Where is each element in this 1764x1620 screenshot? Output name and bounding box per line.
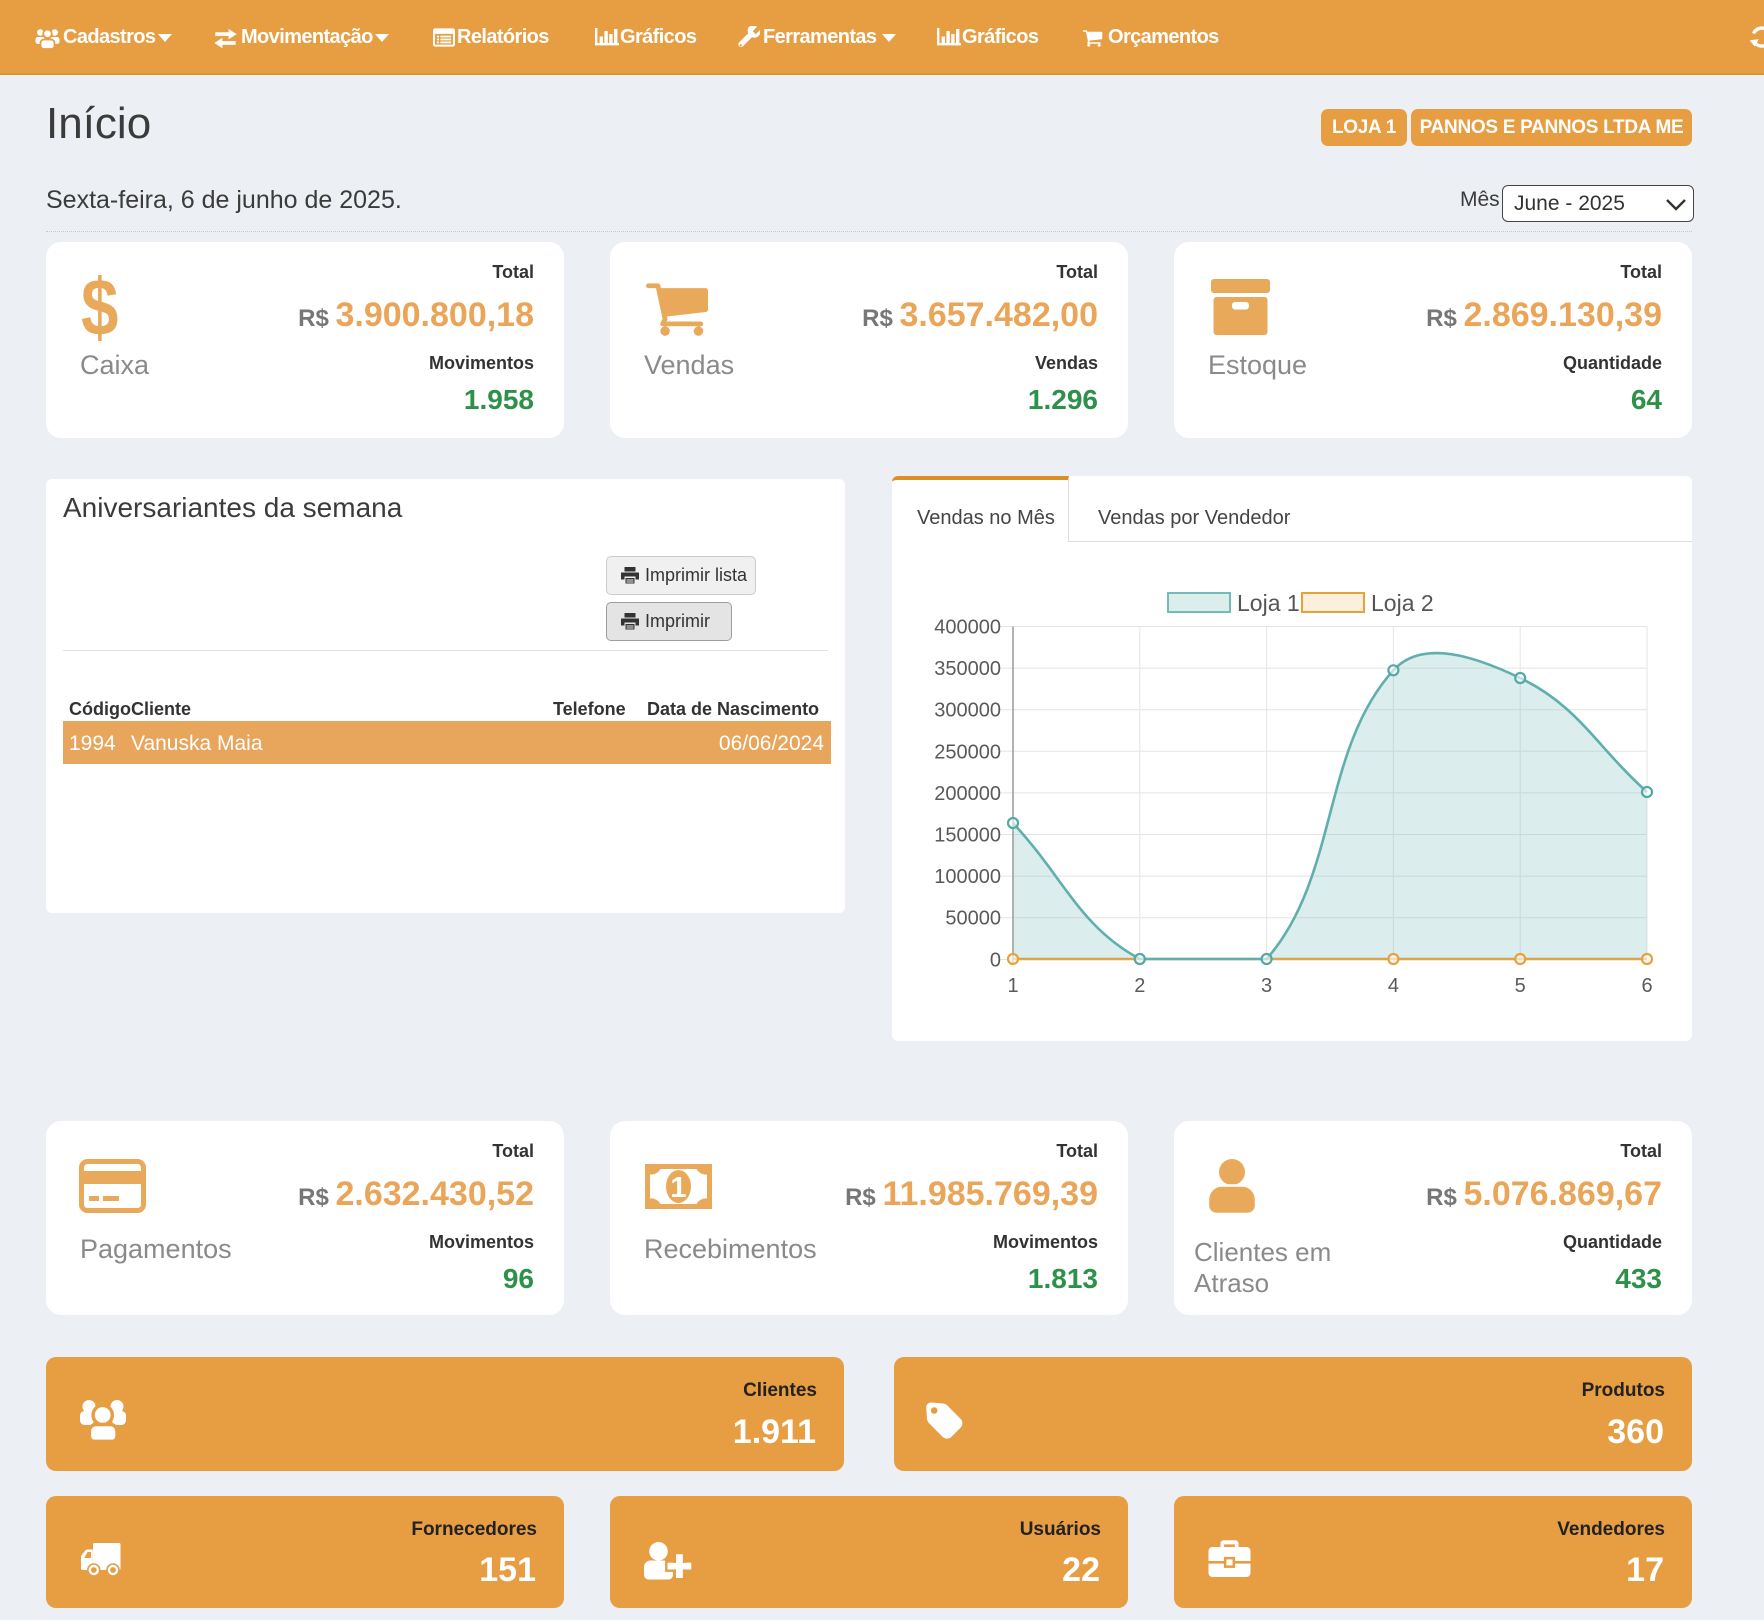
svg-text:4: 4 <box>1388 975 1399 997</box>
svg-text:2: 2 <box>1134 975 1145 997</box>
svg-text:Loja 1: Loja 1 <box>1237 590 1300 616</box>
svg-text:5: 5 <box>1515 975 1526 997</box>
svg-text:1: 1 <box>1007 975 1018 997</box>
svg-text:400000: 400000 <box>934 617 1001 639</box>
svg-text:1: 1 <box>670 1172 686 1204</box>
svg-text:100000: 100000 <box>934 866 1001 888</box>
svg-text:3: 3 <box>1261 975 1272 997</box>
svg-text:150000: 150000 <box>934 825 1001 847</box>
svg-text:200000: 200000 <box>934 783 1001 805</box>
svg-text:Loja 2: Loja 2 <box>1371 590 1434 616</box>
svg-text:350000: 350000 <box>934 658 1001 680</box>
svg-text:50000: 50000 <box>945 908 1001 930</box>
svg-text:300000: 300000 <box>934 700 1001 722</box>
svg-text:6: 6 <box>1641 975 1652 997</box>
svg-text:0: 0 <box>990 949 1001 971</box>
svg-text:250000: 250000 <box>934 741 1001 763</box>
